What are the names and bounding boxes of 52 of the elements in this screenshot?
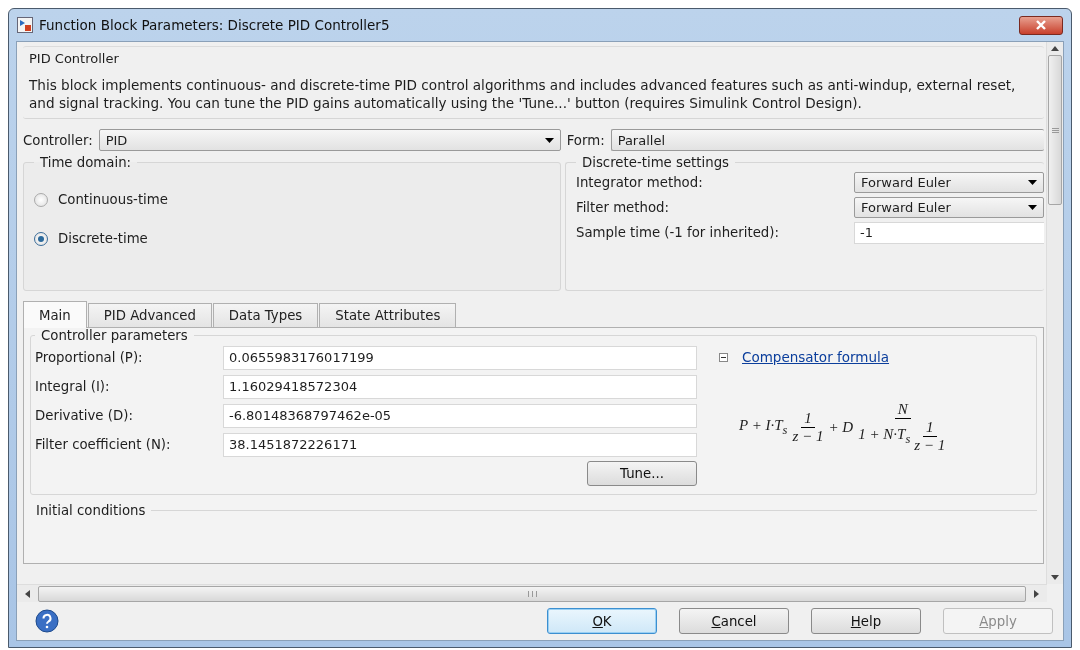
scroll-down-icon[interactable]	[1051, 575, 1059, 580]
radio-option[interactable]: Continuous-time	[34, 192, 550, 207]
group-title: Time domain:	[39, 155, 133, 170]
close-icon	[1034, 20, 1048, 30]
form-dropdown[interactable]: Parallel	[610, 129, 1044, 151]
group-title: Discrete-time settings	[581, 155, 730, 170]
parameter-label: Filter coefficient (N):	[35, 437, 172, 452]
window-title: Function Block Parameters: Discrete PID Controller5	[39, 17, 390, 33]
parameter-label: Derivative (D):	[35, 408, 134, 423]
block-name: PID Controller	[29, 51, 120, 66]
dialog-button[interactable]: Help	[811, 608, 921, 634]
tab[interactable]: Data Types	[212, 303, 319, 327]
scroll-left-icon[interactable]	[25, 589, 30, 598]
parameter-field[interactable]: -6.80148368797462e-05	[223, 403, 697, 428]
form-label: Form:	[566, 132, 605, 148]
group-title: Initial conditions	[36, 503, 146, 518]
field-label: Filter method:	[576, 200, 670, 215]
scroll-right-icon[interactable]	[1034, 589, 1039, 598]
block-description: This block implements continuous- and discrete-time PID control algorithms and includes advanced features such as anti-windup, external reset, and signal tracking. You can tune the PID gains automatically using the 'Tune...' button (requires Simulink Control Design).	[29, 76, 1017, 112]
sample-time-field[interactable]: -1	[854, 221, 1044, 244]
compensator-formula-link[interactable]: Compensator formula	[742, 349, 890, 365]
dialog-button[interactable]: OK	[547, 608, 657, 634]
block-icon	[17, 17, 33, 33]
parameter-field[interactable]: 38.1451872226171	[223, 432, 697, 457]
field-label: Integrator method:	[576, 175, 704, 190]
horizontal-scrollbar[interactable]	[17, 584, 1047, 602]
caret-icon	[1028, 180, 1037, 185]
close-button[interactable]	[1019, 15, 1063, 35]
caret-icon	[544, 137, 554, 143]
group-title: Controller parameters	[40, 328, 189, 343]
help-icon[interactable]	[35, 609, 59, 633]
controller-dropdown[interactable]: PID	[98, 129, 561, 151]
parameter-label: Integral (I):	[35, 379, 111, 394]
tune-button[interactable]: Tune...	[587, 461, 697, 486]
field-label: Sample time (-1 for inherited):	[576, 225, 780, 240]
method-dropdown[interactable]: Forward Euler	[854, 172, 1044, 193]
grip-icon	[1051, 127, 1059, 133]
parameter-field[interactable]: 1.16029418572304	[223, 374, 697, 399]
parameter-field[interactable]: 0.0655983176017199	[223, 345, 697, 370]
scroll-up-icon[interactable]	[1051, 46, 1059, 51]
grip-icon	[527, 590, 537, 597]
tab[interactable]: PID Advanced	[87, 303, 212, 327]
tab[interactable]: Main	[23, 301, 87, 328]
caret-icon	[1028, 205, 1037, 210]
vertical-scrollbar[interactable]	[1046, 42, 1063, 584]
controller-label: Controller:	[23, 132, 93, 148]
tab[interactable]: State Attributes	[319, 303, 457, 327]
method-dropdown[interactable]: Forward Euler	[854, 197, 1044, 218]
parameter-label: Proportional (P):	[35, 350, 144, 365]
dialog-button[interactable]: Cancel	[679, 608, 789, 634]
collapse-icon[interactable]	[719, 352, 728, 362]
radio-option[interactable]: Discrete-time	[34, 231, 550, 246]
